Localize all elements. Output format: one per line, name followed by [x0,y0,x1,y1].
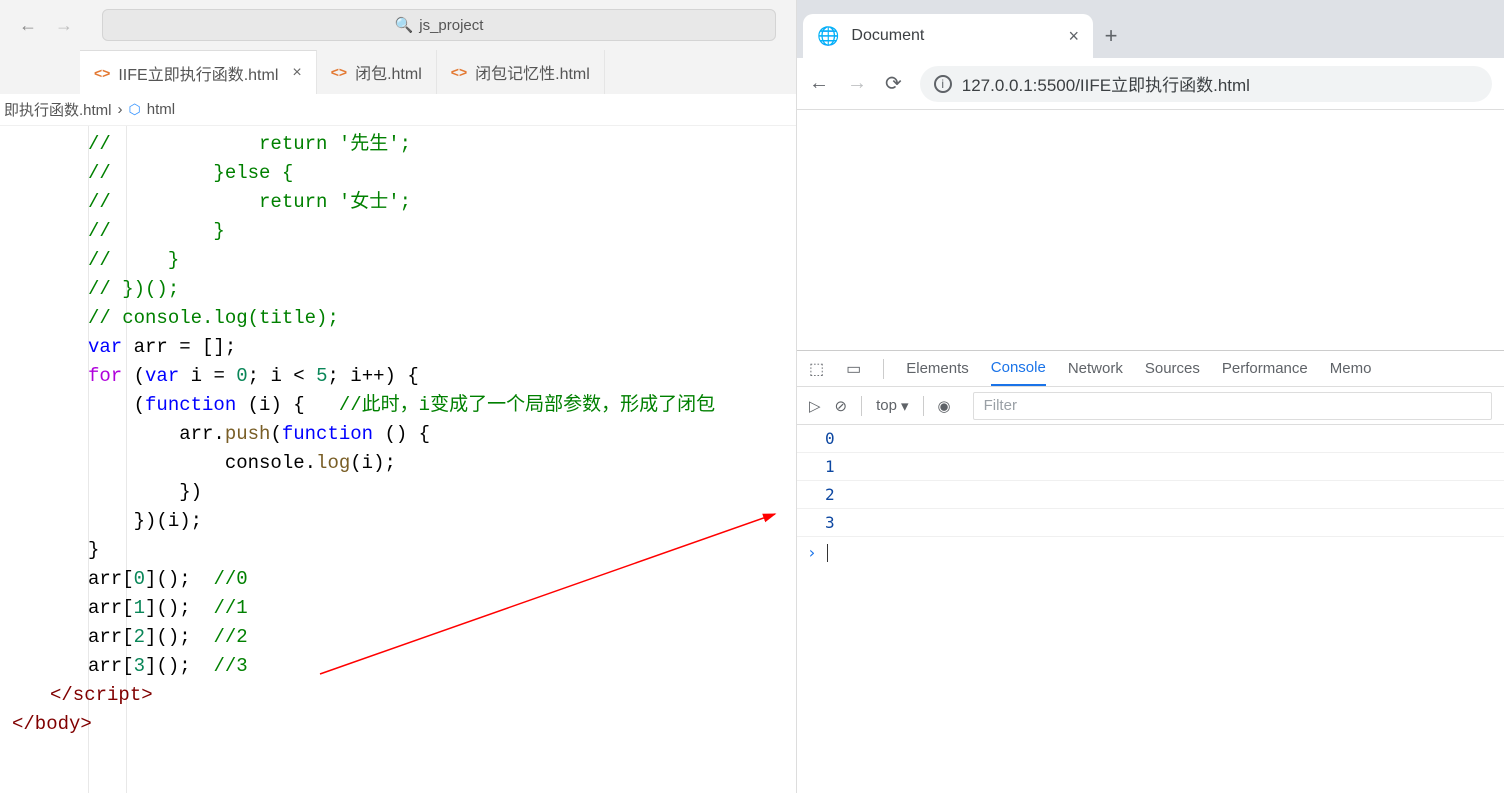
console-line: 0 [797,425,1504,453]
close-icon[interactable]: × [1068,26,1079,47]
html-file-icon: <> [451,64,467,80]
divider [883,359,884,379]
clear-console-icon[interactable]: ⊘ [835,397,848,415]
tab-label: 闭包记忆性.html [475,60,590,84]
site-info-icon[interactable]: i [934,75,952,93]
tab-network[interactable]: Network [1068,360,1123,377]
tab-console[interactable]: Console [991,351,1046,386]
live-expression-icon[interactable]: ◉ [938,397,951,415]
browser-forward-button[interactable]: → [847,72,867,95]
chevron-right-icon: › [807,543,817,562]
code-line: </script> [0,681,796,710]
globe-icon: 🌐 [817,26,839,47]
play-icon[interactable]: ▷ [809,397,821,415]
code-line: // })(); [88,278,179,300]
tab-label: IIFE立即执行函数.html [118,61,278,85]
tab-closure[interactable]: <> 闭包.html [317,50,437,94]
search-icon: 🔍 [395,16,414,34]
browser-back-button[interactable]: ← [809,72,829,95]
editor-tabs: <> IIFE立即执行函数.html × <> 闭包.html <> 闭包记忆性… [0,50,796,94]
console-output: 0 1 2 3 › [797,425,1504,793]
code-line: console.log(i); [0,449,796,478]
tab-performance[interactable]: Performance [1222,360,1308,377]
code-line: // } [88,220,225,242]
inspect-icon[interactable]: ⬚ [809,359,824,379]
command-center[interactable]: 🔍 js_project [102,9,776,41]
breadcrumb-symbol: html [147,101,175,118]
address-bar[interactable]: i 127.0.0.1:5500/IIFE立即执行函数.html [920,66,1492,102]
code-editor[interactable]: // return '先生'; // }else { // return '女士… [0,126,796,793]
search-text: js_project [419,17,483,34]
close-icon[interactable]: × [292,64,301,82]
browser-reload-button[interactable]: ⟳ [885,71,902,96]
code-line: // } [88,249,179,271]
nav-back-button[interactable]: ← [14,11,42,39]
console-toolbar: ▷ ⊘ top ▾ ◉ Filter [797,387,1504,425]
browser-tab-title: Document [851,27,924,45]
breadcrumb-file: 即执行函数.html [4,99,112,120]
context-selector[interactable]: top ▾ [876,397,908,415]
page-content [797,110,1504,350]
html-file-icon: <> [94,65,110,81]
vscode-topbar: ← → 🔍 js_project [0,0,796,50]
divider [861,396,862,416]
device-toggle-icon[interactable]: ▭ [846,359,861,379]
tab-sources[interactable]: Sources [1145,360,1200,377]
url-text: 127.0.0.1:5500/IIFE立即执行函数.html [962,71,1250,96]
chevron-down-icon: ▾ [901,397,909,415]
code-line: arr[0](); //0 [0,565,796,594]
browser-window: 🌐 Document × + ← → ⟳ i 127.0.0.1:5500/II… [796,0,1504,793]
new-tab-button[interactable]: + [1093,14,1129,58]
tab-memory[interactable]: Memo [1330,360,1372,377]
console-line: 3 [797,509,1504,537]
divider [923,396,924,416]
code-line: // }else { [88,162,293,184]
tab-closure-memo[interactable]: <> 闭包记忆性.html [437,50,605,94]
code-line: arr[3](); //3 [0,652,796,681]
symbol-icon: ⬡ [129,101,141,118]
tab-label: 闭包.html [355,60,422,84]
nav-forward-button[interactable]: → [50,11,78,39]
code-line: arr[2](); //2 [0,623,796,652]
vscode-window: ← → 🔍 js_project <> IIFE立即执行函数.html × <>… [0,0,796,793]
code-line: arr[1](); //1 [0,594,796,623]
code-line: (function (i) { //此时，i变成了一个局部参数，形成了闭包 [0,391,796,420]
devtools-tabs: ⬚ ▭ Elements Console Network Sources Per… [797,351,1504,387]
code-line: </body> [0,710,796,739]
code-line: } [0,536,796,565]
tab-iife[interactable]: <> IIFE立即执行函数.html × [80,50,317,94]
code-line: // return '先生'; [88,133,411,155]
code-line: }) [0,478,796,507]
code-line: for (var i = 0; i < 5; i++) { [0,362,796,391]
breadcrumb[interactable]: 即执行函数.html › ⬡ html [0,94,796,126]
code-line: var arr = []; [0,333,796,362]
browser-tabbar: 🌐 Document × + [797,0,1504,58]
cursor [827,544,828,562]
filter-input[interactable]: Filter [973,392,1492,420]
breadcrumb-sep: › [118,101,123,118]
console-prompt[interactable]: › [797,537,1504,568]
devtools: ⬚ ▭ Elements Console Network Sources Per… [797,350,1504,793]
html-file-icon: <> [331,64,347,80]
code-line: // return '女士'; [88,191,411,213]
console-line: 1 [797,453,1504,481]
tab-elements[interactable]: Elements [906,360,969,377]
code-line: })(i); [0,507,796,536]
code-line: arr.push(function () { [0,420,796,449]
browser-toolbar: ← → ⟳ i 127.0.0.1:5500/IIFE立即执行函数.html [797,58,1504,110]
browser-tab[interactable]: 🌐 Document × [803,14,1093,58]
code-line: // console.log(title); [88,307,339,329]
console-line: 2 [797,481,1504,509]
